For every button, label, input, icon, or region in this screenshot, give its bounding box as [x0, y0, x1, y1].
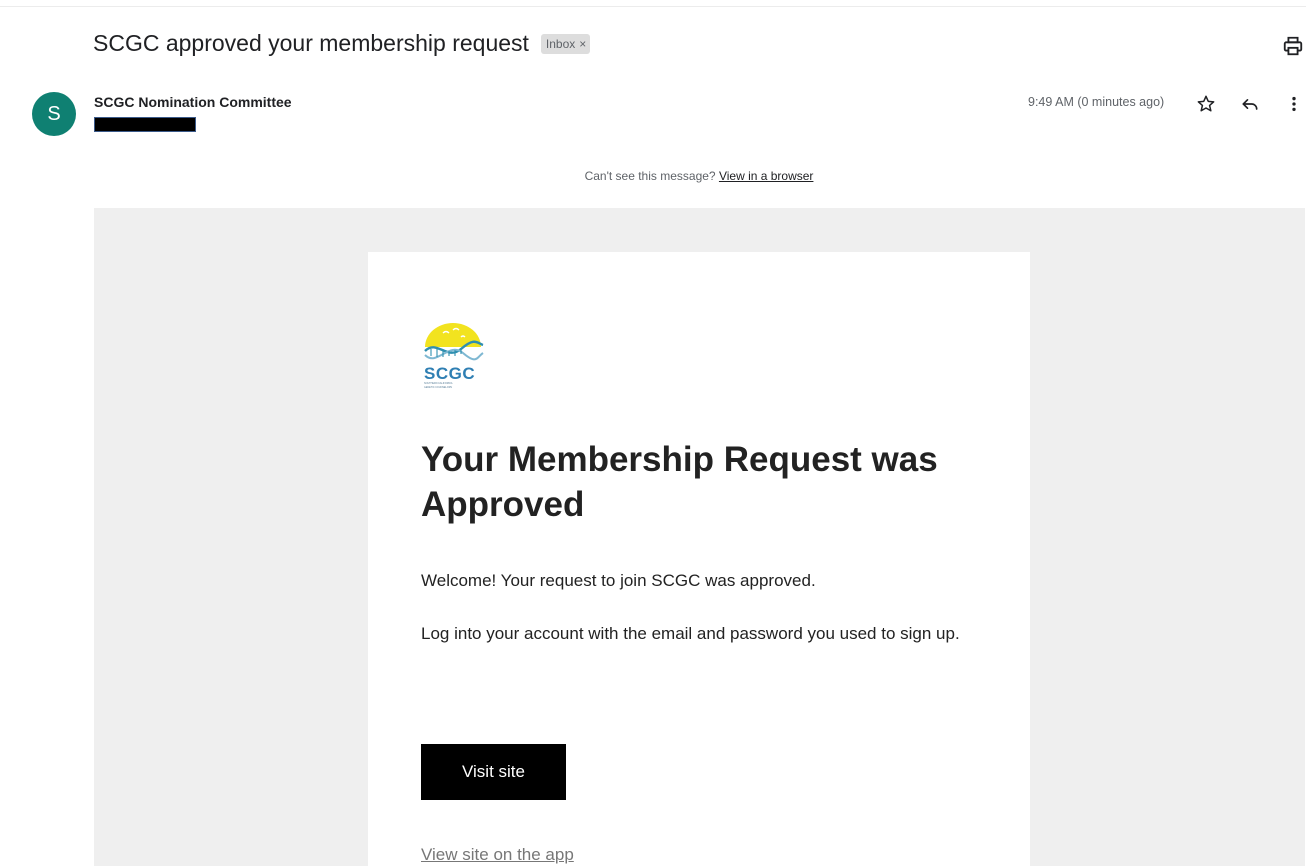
email-subject: SCGC approved your membership request [93, 30, 529, 56]
subject-row: SCGC approved your membership request In… [93, 30, 591, 57]
logo-wordmark: SCGC [424, 364, 475, 383]
label-text: Inbox [545, 36, 576, 51]
preview-notice-text: Can't see this message? [584, 169, 716, 183]
sender-avatar: S [32, 92, 76, 136]
more-vert-icon[interactable] [1282, 92, 1306, 116]
sender-name[interactable]: SCGC Nomination Committee [94, 94, 292, 110]
scgc-logo: SCGC SOUTHERN CALIFORNIA GENETIC COUNSEL… [421, 321, 485, 391]
preview-notice: Can't see this message? View in a browse… [0, 169, 1306, 183]
email-timestamp: 9:49 AM (0 minutes ago) [1028, 95, 1165, 109]
svg-text:SOUTHERN CALIFORNIA: SOUTHERN CALIFORNIA [424, 382, 453, 385]
login-instructions-paragraph: Log into your account with the email and… [421, 624, 960, 643]
view-site-on-app-link[interactable]: View site on the app [421, 845, 574, 865]
remove-label-button[interactable]: × [579, 37, 586, 51]
avatar-letter: S [47, 102, 61, 125]
view-in-browser-link[interactable]: View in a browser [719, 169, 814, 183]
message-headline: Your Membership Request was Approved [421, 440, 938, 524]
reply-icon[interactable] [1238, 92, 1262, 116]
top-divider [0, 6, 1306, 7]
inbox-label-chip[interactable]: Inbox × [540, 33, 591, 54]
redacted-recipient [94, 117, 196, 132]
print-icon[interactable] [1282, 35, 1304, 57]
svg-text:GENETIC COUNSELORS: GENETIC COUNSELORS [424, 386, 452, 389]
star-icon[interactable] [1194, 92, 1218, 116]
visit-site-button[interactable]: Visit site [421, 744, 566, 800]
welcome-paragraph: Welcome! Your request to join SCGC was a… [421, 571, 816, 590]
